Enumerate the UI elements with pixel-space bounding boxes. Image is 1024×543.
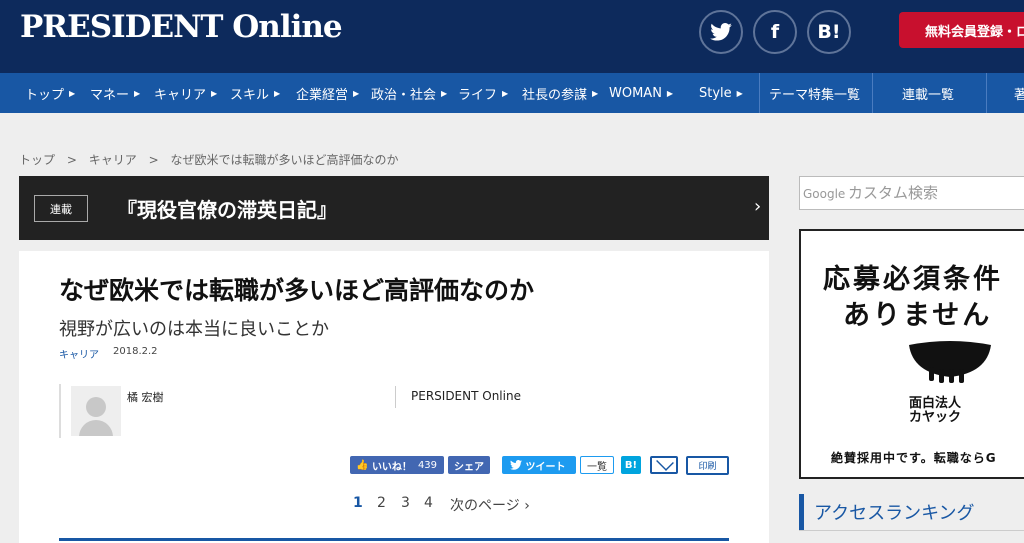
search-input[interactable]: Google カスタム検索 [799, 176, 1024, 210]
facebook-like-button[interactable]: 👍 いいね！ 439 [350, 456, 444, 474]
nav-arrow-icon: ▶ [274, 88, 281, 98]
nav-item-authors[interactable]: 著 [1014, 73, 1024, 113]
nav-arrow-icon: ▶ [69, 88, 76, 98]
nav-arrow-icon: ▶ [666, 88, 674, 98]
breadcrumb: トップ > キャリア > なぜ欧米では転職が多いほど高評価なのか [19, 151, 406, 168]
page-link-2[interactable]: 2 [377, 495, 386, 511]
author-name[interactable]: 橘 宏樹 [127, 389, 164, 405]
main-nav: トップ ▶ マネー ▶ キャリア ▶ スキル ▶ 企業経営 ▶ 政治・社会 ▶ ライフ ▶ 社… [0, 73, 1024, 113]
article-date: 2018.2.2 [113, 346, 158, 357]
facebook-icon[interactable]: f [753, 10, 797, 54]
nav-arrow-icon: ▶ [441, 88, 448, 98]
breadcrumb-top[interactable]: トップ [19, 153, 55, 167]
author-publisher-divider [395, 386, 396, 408]
series-banner[interactable]: 連載 『現役官僚の滞英日記』 › [19, 176, 769, 240]
nav-arrow-icon: ▶ [736, 88, 743, 98]
nav-arrow-icon: ▶ [211, 88, 218, 98]
next-page-link[interactable]: 次のページ › [450, 495, 530, 515]
page-link-1[interactable]: 1 [353, 495, 363, 511]
hatena-bookmark-icon[interactable]: B! [807, 10, 851, 54]
mail-icon[interactable] [650, 456, 678, 474]
site-logo[interactable]: PRESIDENT Online [20, 9, 343, 45]
nav-item-career[interactable]: キャリア ▶ [154, 73, 217, 113]
nav-item-woman[interactable]: WOMAN ▶ [609, 73, 673, 113]
nav-item-money[interactable]: マネー ▶ [90, 73, 140, 113]
chevron-right-icon: › [754, 196, 762, 217]
kayac-ad-banner[interactable]: 応募必須条件 ありません 面白法人 カヤック 絶賛採用中です。転職ならG [799, 229, 1024, 479]
nav-item-series-list[interactable]: 連載一覧 [902, 73, 954, 113]
kayac-logo-icon [909, 341, 991, 383]
article-rule [59, 538, 729, 541]
ranking-rule [799, 530, 1024, 531]
nav-arrow-icon: ▶ [592, 88, 599, 98]
breadcrumb-separator: > [148, 153, 159, 167]
article-category[interactable]: キャリア [59, 346, 99, 361]
nav-item-theme-list[interactable]: テーマ特集一覧 [769, 73, 860, 113]
breadcrumb-separator: > [66, 153, 77, 167]
like-count: 439 [417, 459, 438, 471]
search-placeholder: カスタム検索 [848, 184, 939, 202]
article-subtitle: 視野が広いのは本当に良いことか [59, 319, 329, 340]
nav-divider [759, 73, 760, 113]
thumbs-up-icon: 👍 [356, 459, 369, 471]
facebook-share-button[interactable]: シェア [448, 456, 490, 474]
article-card: なぜ欧米では転職が多いほど高評価なのか 視野が広いのは本当に良いことか キャリア… [19, 251, 769, 543]
nav-arrow-icon: ▶ [134, 88, 141, 98]
hatena-bookmark-button[interactable]: B! [621, 456, 641, 474]
print-button[interactable]: 印刷 [686, 456, 729, 475]
site-header: PRESIDENT Online f B! 無料会員登録・ロ [0, 0, 1024, 73]
ad-footer: 絶賛採用中です。転職ならG [831, 451, 997, 465]
twitter-icon [510, 460, 522, 470]
page-link-3[interactable]: 3 [401, 495, 410, 511]
nav-item-style[interactable]: Style ▶ [699, 73, 743, 113]
ad-headline-2: ありません [843, 300, 993, 331]
breadcrumb-career[interactable]: キャリア [89, 153, 137, 167]
publisher-name: PERSIDENT Online [411, 389, 521, 403]
ad-headline-1: 応募必須条件 [823, 264, 1003, 295]
google-logo: Google [803, 187, 846, 201]
nav-divider [872, 73, 873, 113]
nav-item-management[interactable]: 企業経営 ▶ [296, 73, 359, 113]
breadcrumb-current: なぜ欧米では転職が多いほど高評価なのか [170, 153, 399, 167]
series-badge: 連載 [34, 195, 88, 222]
nav-item-president-staff[interactable]: 社長の参謀 ▶ [522, 73, 598, 113]
tweet-button[interactable]: ツイート [502, 456, 576, 474]
twitter-icon[interactable] [699, 10, 743, 54]
series-title: 『現役官僚の滞英日記』 [117, 198, 337, 222]
register-login-button[interactable]: 無料会員登録・ロ [899, 12, 1024, 48]
article-title: なぜ欧米では転職が多いほど高評価なのか [59, 276, 535, 305]
nav-item-life[interactable]: ライフ ▶ [458, 73, 508, 113]
tweet-list-button[interactable]: 一覧 [580, 456, 614, 474]
access-ranking-heading: アクセスランキング [799, 494, 1024, 530]
nav-arrow-icon: ▶ [502, 88, 509, 98]
nav-item-top[interactable]: トップ ▶ [25, 73, 75, 113]
page-link-4[interactable]: 4 [424, 495, 433, 511]
nav-divider [986, 73, 987, 113]
avatar[interactable] [71, 386, 121, 436]
nav-arrow-icon: ▶ [353, 88, 360, 98]
author-divider [59, 384, 61, 438]
chevron-right-icon: › [524, 498, 530, 514]
nav-item-skill[interactable]: スキル ▶ [230, 73, 280, 113]
nav-item-politics[interactable]: 政治・社会 ▶ [371, 73, 447, 113]
ad-company: 面白法人 カヤック [909, 396, 962, 425]
